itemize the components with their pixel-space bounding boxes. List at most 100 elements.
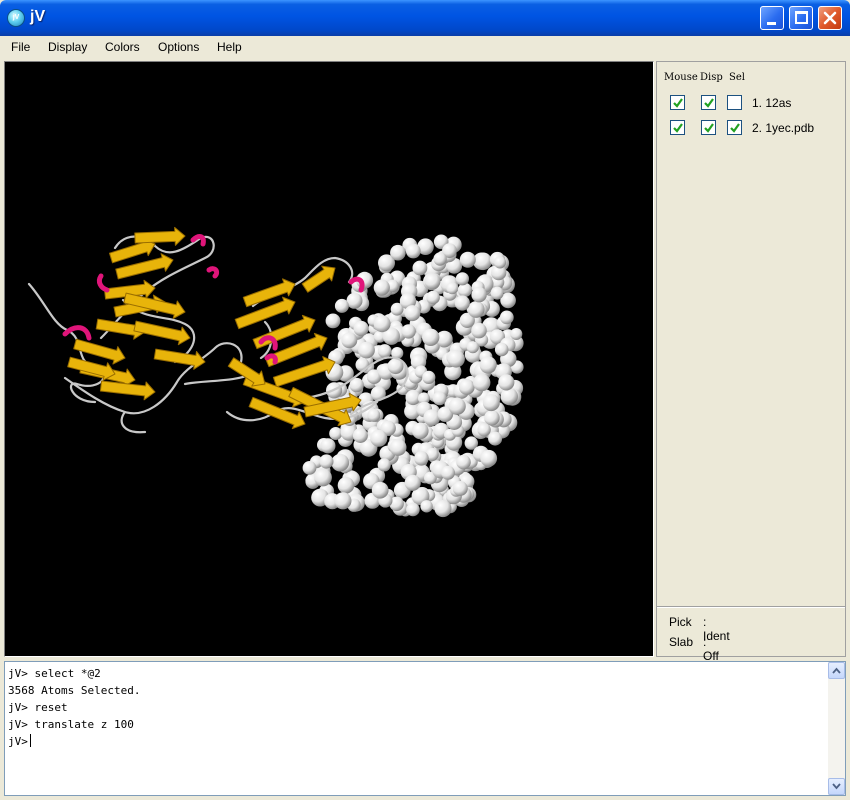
atom-sphere [446, 282, 459, 295]
command-console[interactable]: jV> select *@2 3568 Atoms Selected. jV> … [4, 661, 846, 796]
atom-sphere [424, 273, 441, 290]
atom-sphere [334, 298, 349, 313]
console-line: jV> translate z 100 [8, 718, 134, 731]
beta-strand-arrow [67, 356, 116, 381]
beta-strand-arrow [134, 226, 186, 246]
molecule-label-1[interactable]: 1. 12as [752, 96, 791, 110]
atom-sphere [433, 252, 447, 266]
beta-strand-arrow [133, 320, 191, 346]
molecule-label-2[interactable]: 2. 1yec.pdb [752, 121, 814, 135]
atom-sphere [426, 290, 440, 305]
atom-sphere [458, 379, 475, 395]
panel-divider [657, 606, 845, 608]
atom-sphere [377, 458, 391, 472]
atom-sphere [490, 286, 504, 300]
mouse-checkbox-2[interactable] [670, 120, 685, 135]
disp-checkbox-2[interactable] [701, 120, 716, 135]
atom-sphere [484, 410, 500, 426]
molecule-viewer[interactable] [4, 61, 654, 657]
atom-sphere [420, 500, 433, 513]
console-line: 3568 Atoms Selected. [8, 684, 141, 697]
atom-sphere [370, 429, 388, 447]
window-title: jV [30, 8, 46, 25]
disp-checkbox-1[interactable] [701, 95, 716, 110]
atom-sphere [358, 341, 375, 359]
menu-options[interactable]: Options [158, 40, 199, 54]
menu-display[interactable]: Display [48, 40, 87, 54]
atom-sphere [353, 320, 369, 337]
menu-colors[interactable]: Colors [105, 40, 140, 54]
console-line: jV> select *@2 [8, 667, 101, 680]
menu-help[interactable]: Help [217, 40, 242, 54]
atom-sphere [320, 438, 336, 454]
atom-sphere [367, 408, 381, 422]
spacefill-molecule[interactable] [302, 234, 524, 518]
atom-sphere [329, 427, 343, 440]
atom-sphere [498, 374, 515, 391]
atom-sphere [423, 409, 441, 426]
header-mouse: Mouse [664, 72, 698, 83]
console-line: jV> reset [8, 701, 68, 714]
title-bar[interactable]: jV jV [0, 0, 850, 36]
atom-sphere [422, 328, 440, 346]
atom-sphere [447, 350, 465, 368]
jv-app-icon[interactable]: jV [7, 9, 25, 27]
atom-sphere [441, 465, 455, 480]
header-disp: Disp [700, 72, 723, 83]
atom-sphere [480, 449, 498, 467]
check-mark-icon [704, 123, 714, 133]
atom-sphere [341, 332, 358, 349]
atom-sphere [477, 423, 491, 437]
beta-strand-arrow [99, 380, 156, 401]
minimize-button[interactable] [760, 6, 784, 30]
check-mark-icon [730, 123, 740, 133]
menu-file[interactable]: File [11, 40, 30, 54]
atom-sphere [371, 481, 389, 499]
atom-sphere [493, 256, 507, 269]
atom-sphere [389, 439, 407, 456]
atom-sphere [406, 502, 420, 517]
console-scrollbar[interactable] [828, 662, 845, 795]
sel-checkbox-2[interactable] [727, 120, 742, 135]
maximize-button[interactable] [789, 6, 813, 30]
atom-sphere [471, 287, 487, 303]
atom-sphere [401, 324, 416, 339]
arrow-down-icon [832, 783, 841, 790]
atom-sphere [412, 260, 428, 276]
atom-sphere [352, 428, 368, 443]
arrow-up-icon [832, 667, 841, 674]
mouse-checkbox-1[interactable] [670, 95, 685, 110]
atom-sphere [337, 477, 355, 494]
menu-bar: File Display Colors Options Help [0, 36, 850, 59]
scroll-down-button[interactable] [828, 778, 845, 795]
scroll-up-button[interactable] [828, 662, 845, 679]
atom-sphere [473, 373, 491, 392]
console-output[interactable]: jV> select *@2 3568 Atoms Selected. jV> … [8, 665, 140, 750]
atom-sphere [479, 356, 497, 374]
slab-key: Slab [669, 635, 694, 649]
header-sel: Sel [729, 72, 745, 83]
atom-sphere [334, 492, 352, 510]
atom-sphere [510, 328, 523, 340]
atom-sphere [373, 279, 390, 296]
atom-sphere [474, 252, 492, 271]
atom-sphere [373, 315, 391, 333]
atom-sphere [422, 370, 436, 384]
atom-sphere [482, 394, 500, 412]
atom-sphere [434, 500, 452, 518]
close-button[interactable] [818, 6, 842, 30]
molecule-canvas[interactable] [5, 62, 653, 656]
minimize-icon [767, 22, 776, 25]
atom-sphere [302, 461, 317, 475]
atom-sphere [457, 282, 472, 298]
atom-sphere [412, 422, 429, 440]
console-prompt[interactable]: jV> [8, 733, 140, 750]
atom-sphere [432, 391, 447, 406]
helix-segment [62, 325, 92, 341]
sel-checkbox-1[interactable] [727, 95, 742, 110]
atom-sphere [331, 453, 350, 472]
atom-sphere [499, 310, 514, 325]
atom-sphere [494, 342, 509, 357]
beta-strands [67, 226, 362, 430]
beta-strand-arrow [301, 265, 336, 293]
